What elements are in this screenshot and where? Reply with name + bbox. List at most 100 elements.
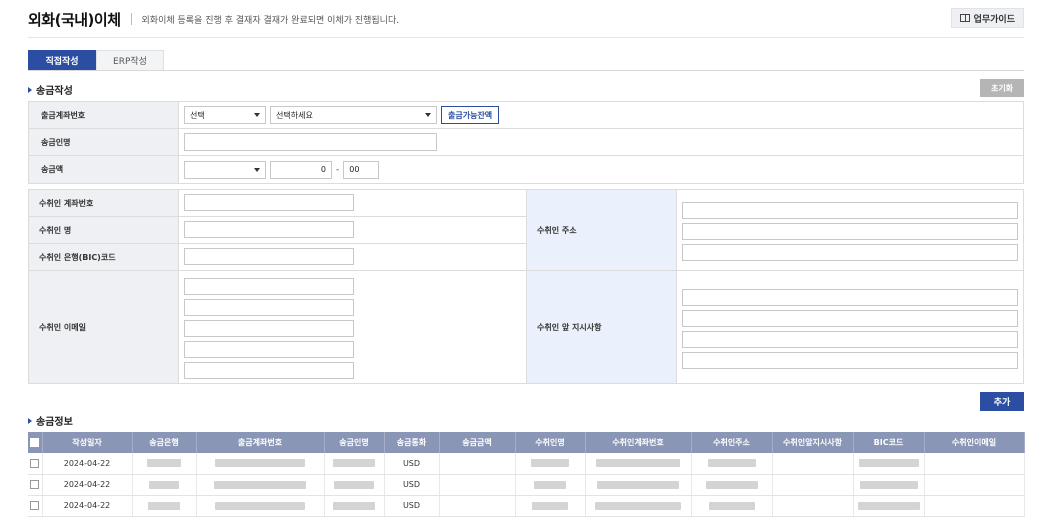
cell-redacted bbox=[515, 495, 586, 517]
recipient-email-label: 수취인 이메일 bbox=[29, 271, 179, 383]
chevron-down-icon bbox=[254, 167, 260, 172]
account-label: 출금계좌번호 bbox=[29, 102, 179, 128]
account-type-value: 선택 bbox=[190, 110, 205, 120]
recipient-address-label: 수취인 주소 bbox=[527, 190, 677, 270]
recipient-email-input-4[interactable] bbox=[184, 341, 354, 358]
account-number-select[interactable]: 선택하세요 bbox=[270, 106, 437, 124]
remit-info-title: 송금정보 bbox=[28, 413, 73, 428]
recipient-email-input-3[interactable] bbox=[184, 320, 354, 337]
row-checkbox[interactable] bbox=[28, 495, 43, 517]
add-button[interactable]: 추가 bbox=[980, 392, 1024, 411]
cell-redacted bbox=[324, 495, 385, 517]
cell-date: 2024-04-22 bbox=[42, 474, 133, 496]
remit-form: 출금계좌번호 선택 선택하세요 출금가능잔액 송금인명 송금액 0 - 00 bbox=[28, 101, 1024, 184]
column-header: 송금인명 bbox=[324, 432, 385, 453]
page-header: 외화(국내)이체 외화이체 등록을 진행 후 결재자 결재가 완료되면 이체가 … bbox=[28, 8, 1024, 30]
remit-form-title: 송금작성 bbox=[28, 82, 73, 97]
recipient-instruction-label: 수취인 앞 지시사항 bbox=[527, 271, 677, 383]
sender-row: 송금인명 bbox=[29, 129, 1023, 156]
recipient-email-input-5[interactable] bbox=[184, 362, 354, 379]
cell-redacted bbox=[196, 453, 325, 475]
amount-integer-input[interactable]: 0 bbox=[270, 160, 332, 179]
cell-redacted bbox=[324, 474, 385, 496]
column-header: 송금은행 bbox=[132, 432, 197, 453]
page-description: 외화이체 등록을 진행 후 결재자 결재가 완료되면 이체가 진행됩니다. bbox=[141, 15, 400, 26]
cell-redacted bbox=[853, 495, 925, 517]
sender-label: 송금인명 bbox=[29, 129, 179, 155]
recipient-email-input-1[interactable] bbox=[184, 278, 354, 295]
book-icon bbox=[959, 14, 970, 22]
page-title: 외화(국내)이체 bbox=[28, 10, 121, 29]
recipient-email-input-2[interactable] bbox=[184, 299, 354, 316]
recipient-instruction-input-2[interactable] bbox=[682, 310, 1018, 327]
recipient-bank-input[interactable] bbox=[184, 248, 354, 265]
column-header: 출금계좌번호 bbox=[196, 432, 325, 453]
recipient-account-input[interactable] bbox=[184, 194, 354, 211]
cell-redacted bbox=[132, 474, 197, 496]
column-header: 작성일자 bbox=[42, 432, 133, 453]
checkbox-icon bbox=[30, 458, 40, 468]
amount-label: 송금액 bbox=[29, 156, 179, 183]
remit-form-title-text: 송금작성 bbox=[36, 86, 73, 97]
cell-currency: USD bbox=[384, 474, 440, 496]
table-row[interactable]: 2024-04-22 USD bbox=[28, 474, 1025, 496]
cell-redacted bbox=[853, 474, 925, 496]
recipient-account-row: 수취인 계좌번호 bbox=[29, 190, 526, 217]
recipient-form: 수취인 계좌번호 수취인 명 수취인 은행(BIC)코드 수취인 이메일 수취인… bbox=[28, 189, 1024, 384]
column-header: 수취인이메일 bbox=[924, 432, 1025, 453]
recipient-address-input-1[interactable] bbox=[682, 202, 1018, 219]
cell-redacted bbox=[196, 474, 325, 496]
amount-decimal-input[interactable]: 00 bbox=[343, 160, 380, 179]
amount-separator: - bbox=[336, 164, 340, 175]
column-header: 수취인주소 bbox=[691, 432, 773, 453]
select-all-checkbox[interactable] bbox=[28, 432, 43, 453]
row-checkbox[interactable] bbox=[28, 453, 43, 475]
cell-redacted bbox=[515, 474, 586, 496]
cell-redacted bbox=[691, 495, 773, 517]
recipient-instruction-input-4[interactable] bbox=[682, 352, 1018, 369]
cell-redacted bbox=[691, 453, 773, 475]
tab-erp[interactable]: ERP작성 bbox=[96, 50, 164, 70]
cell-empty bbox=[439, 474, 516, 496]
table-row[interactable]: 2024-04-22 USD bbox=[28, 495, 1025, 517]
recipient-name-input[interactable] bbox=[184, 221, 354, 238]
recipient-bank-row: 수취인 은행(BIC)코드 bbox=[29, 244, 526, 271]
account-type-select[interactable]: 선택 bbox=[184, 106, 266, 124]
recipient-account-label: 수취인 계좌번호 bbox=[29, 190, 179, 216]
tab-divider bbox=[28, 70, 1024, 71]
recipient-email-row: 수취인 이메일 bbox=[29, 271, 526, 383]
checkbox-icon bbox=[30, 501, 40, 510]
recipient-instruction-input-1[interactable] bbox=[682, 289, 1018, 306]
cell-date: 2024-04-22 bbox=[42, 495, 133, 517]
cell-redacted bbox=[585, 495, 692, 517]
currency-select[interactable] bbox=[184, 160, 266, 179]
tab-direct[interactable]: 직접작성 bbox=[28, 50, 96, 70]
cell-empty bbox=[924, 474, 1025, 496]
cell-currency: USD bbox=[384, 495, 440, 517]
balance-button[interactable]: 출금가능잔액 bbox=[441, 106, 500, 124]
section-arrow-icon bbox=[28, 417, 32, 424]
row-checkbox[interactable] bbox=[28, 474, 43, 496]
cell-currency: USD bbox=[384, 453, 440, 475]
cell-redacted bbox=[853, 453, 925, 475]
account-number-value: 선택하세요 bbox=[276, 110, 313, 120]
recipient-address-input-3[interactable] bbox=[682, 244, 1018, 261]
recipient-address-input-2[interactable] bbox=[682, 223, 1018, 240]
section-arrow-icon bbox=[28, 86, 32, 93]
recipient-address-row: 수취인 주소 bbox=[527, 190, 1023, 271]
cell-empty bbox=[439, 453, 516, 475]
guide-button[interactable]: 업무가이드 bbox=[950, 8, 1024, 28]
cell-empty bbox=[924, 453, 1025, 475]
cell-redacted bbox=[132, 453, 197, 475]
reset-button[interactable]: 초기화 bbox=[980, 79, 1024, 97]
table-row[interactable]: 2024-04-22 USD bbox=[28, 453, 1025, 475]
cell-redacted bbox=[196, 495, 325, 517]
cell-redacted bbox=[515, 453, 586, 475]
sender-name-input[interactable] bbox=[184, 133, 437, 151]
account-row: 출금계좌번호 선택 선택하세요 출금가능잔액 bbox=[29, 102, 1023, 129]
cell-redacted bbox=[585, 453, 692, 475]
column-header: 송금금액 bbox=[439, 432, 516, 453]
column-header: 수취인명 bbox=[515, 432, 586, 453]
checkbox-icon bbox=[30, 438, 40, 447]
recipient-instruction-input-3[interactable] bbox=[682, 331, 1018, 348]
